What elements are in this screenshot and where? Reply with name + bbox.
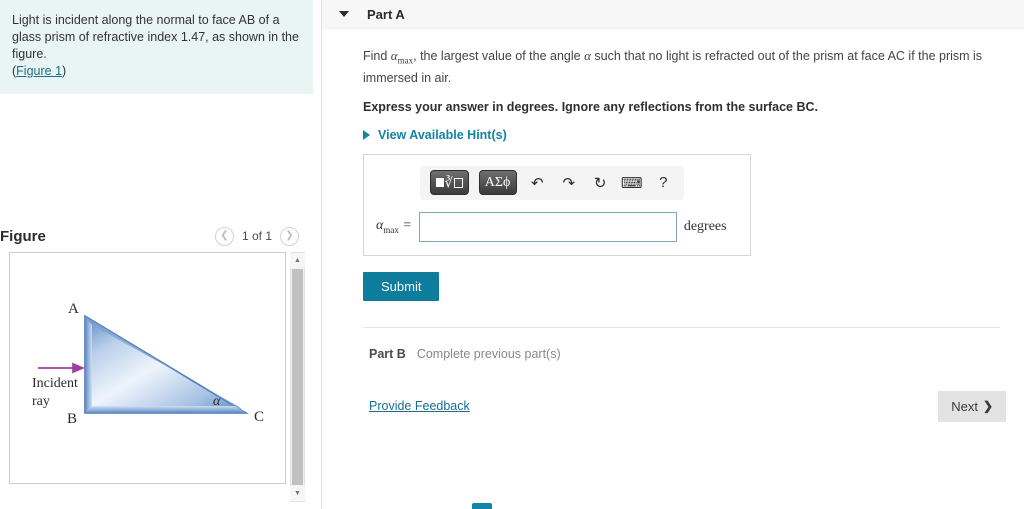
- question-symbol-alpha: α: [584, 48, 591, 63]
- figure-viewport: A B C α Incident ray ▲ ▼: [9, 252, 305, 502]
- chevron-right-icon: ❯: [982, 399, 993, 414]
- question-prefix: Find: [363, 49, 391, 63]
- chevron-left-icon[interactable]: ❮: [214, 226, 234, 246]
- caret-right-icon: [363, 129, 370, 140]
- part-b-label: Part B: [369, 346, 406, 361]
- vertex-label-c: C: [254, 409, 264, 425]
- reset-circle-icon[interactable]: ↻: [589, 172, 610, 194]
- incident-ray-label-2: ray: [32, 394, 50, 409]
- question-mid: , the largest value of the angle: [413, 49, 585, 63]
- caret-down-icon[interactable]: [339, 11, 349, 17]
- undo-arrow-icon[interactable]: ↶: [527, 172, 548, 194]
- answer-input[interactable]: [418, 211, 677, 242]
- part-a-body: Find αmax, the largest value of the angl…: [322, 29, 1024, 422]
- equals-sign: =: [402, 218, 412, 234]
- answer-row: αmax = degrees: [376, 211, 738, 242]
- view-hints-link[interactable]: View Available Hint(s): [363, 128, 507, 142]
- problem-text: Light is incident along the normal to fa…: [12, 12, 299, 80]
- triangle-down-icon[interactable]: ▼: [290, 486, 305, 501]
- figure-header: Figure ❮ 1 of 1 ❯: [0, 221, 313, 251]
- figure-page-count: 1 of 1: [241, 229, 272, 243]
- math-template-button[interactable]: ∛: [430, 170, 469, 196]
- part-b-header[interactable]: Part B Complete previous part(s): [363, 328, 1012, 361]
- part-a-label: Part A: [367, 6, 405, 22]
- vertex-label-b: B: [67, 411, 77, 427]
- answer-variable-label: αmax =: [376, 218, 412, 235]
- question-text: Find αmax, the largest value of the angl…: [363, 47, 1005, 87]
- math-toolbar: ∛ ΑΣϕ ↶ ↷ ↻ ⌨ ?: [420, 165, 684, 200]
- question-instruction: Express your answer in degrees. Ignore a…: [363, 99, 819, 114]
- question-symbol-alpha-max: αmax: [390, 48, 414, 66]
- vertex-label-a: A: [68, 301, 79, 317]
- paren-close: ): [62, 64, 67, 78]
- figure-scrollbar[interactable]: ▲ ▼: [290, 252, 305, 502]
- next-button-label: Next: [951, 398, 978, 414]
- problem-statement: Light is incident along the normal to fa…: [0, 0, 313, 94]
- answer-widget: ∛ ΑΣϕ ↶ ↷ ↻ ⌨ ? αmax = degrees: [363, 153, 751, 256]
- provide-feedback-link[interactable]: Provide Feedback: [369, 399, 470, 413]
- page-bottom-element[interactable]: [472, 503, 492, 509]
- view-hints-label: View Available Hint(s): [378, 127, 507, 142]
- answer-units: degrees: [683, 218, 727, 234]
- left-panel: Light is incident along the normal to fa…: [0, 0, 322, 509]
- part-b-status: Complete previous part(s): [416, 346, 561, 361]
- greek-symbols-button[interactable]: ΑΣϕ: [478, 170, 517, 196]
- prism-diagram: A B C α Incident ray: [32, 301, 264, 427]
- footer-row: Provide Feedback Next ❯: [363, 361, 1012, 422]
- keyboard-icon[interactable]: ⌨: [621, 172, 643, 194]
- incident-ray-label-1: Incident: [32, 376, 78, 391]
- figure-pager: ❮ 1 of 1 ❯: [214, 226, 313, 246]
- right-panel: Part A Find αmax, the largest value of t…: [322, 0, 1024, 509]
- angle-label-alpha: α: [213, 394, 221, 409]
- submit-button[interactable]: Submit: [363, 271, 440, 301]
- chevron-right-icon[interactable]: ❯: [280, 226, 299, 246]
- redo-arrow-icon[interactable]: ↷: [558, 172, 579, 194]
- page-root: Light is incident along the normal to fa…: [0, 0, 1024, 509]
- part-a-header[interactable]: Part A: [322, 0, 1024, 29]
- scrollbar-thumb[interactable]: [292, 269, 303, 485]
- figure-1-link[interactable]: Figure 1: [16, 64, 62, 78]
- figure-image-container: A B C α Incident ray: [9, 252, 286, 484]
- figure-title: Figure: [0, 227, 46, 245]
- help-icon[interactable]: ?: [653, 172, 674, 194]
- problem-line-2: prism of refractive index 1.47, as shown…: [12, 30, 299, 61]
- triangle-up-icon[interactable]: ▲: [290, 253, 305, 268]
- next-button[interactable]: Next ❯: [938, 390, 1006, 422]
